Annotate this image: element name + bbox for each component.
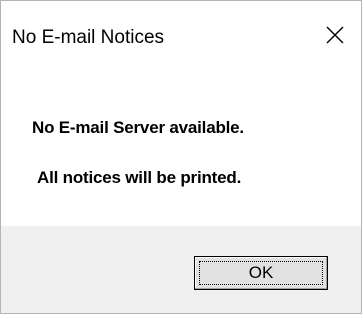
message-line-1: No E-mail Server available. [32,118,244,137]
ok-button-label: OK [248,263,274,282]
dialog-window: No E-mail Notices No E-mail Server avail… [0,0,362,314]
ok-button[interactable]: OK [194,256,328,290]
message-area: No E-mail Server available. All notices … [1,61,361,226]
dialog-title: No E-mail Notices [12,27,165,48]
button-bar: OK [1,226,361,313]
close-icon [326,26,344,44]
message-line-2: All notices will be printed. [37,168,242,187]
close-button[interactable] [309,13,361,57]
title-bar: No E-mail Notices [1,1,361,61]
